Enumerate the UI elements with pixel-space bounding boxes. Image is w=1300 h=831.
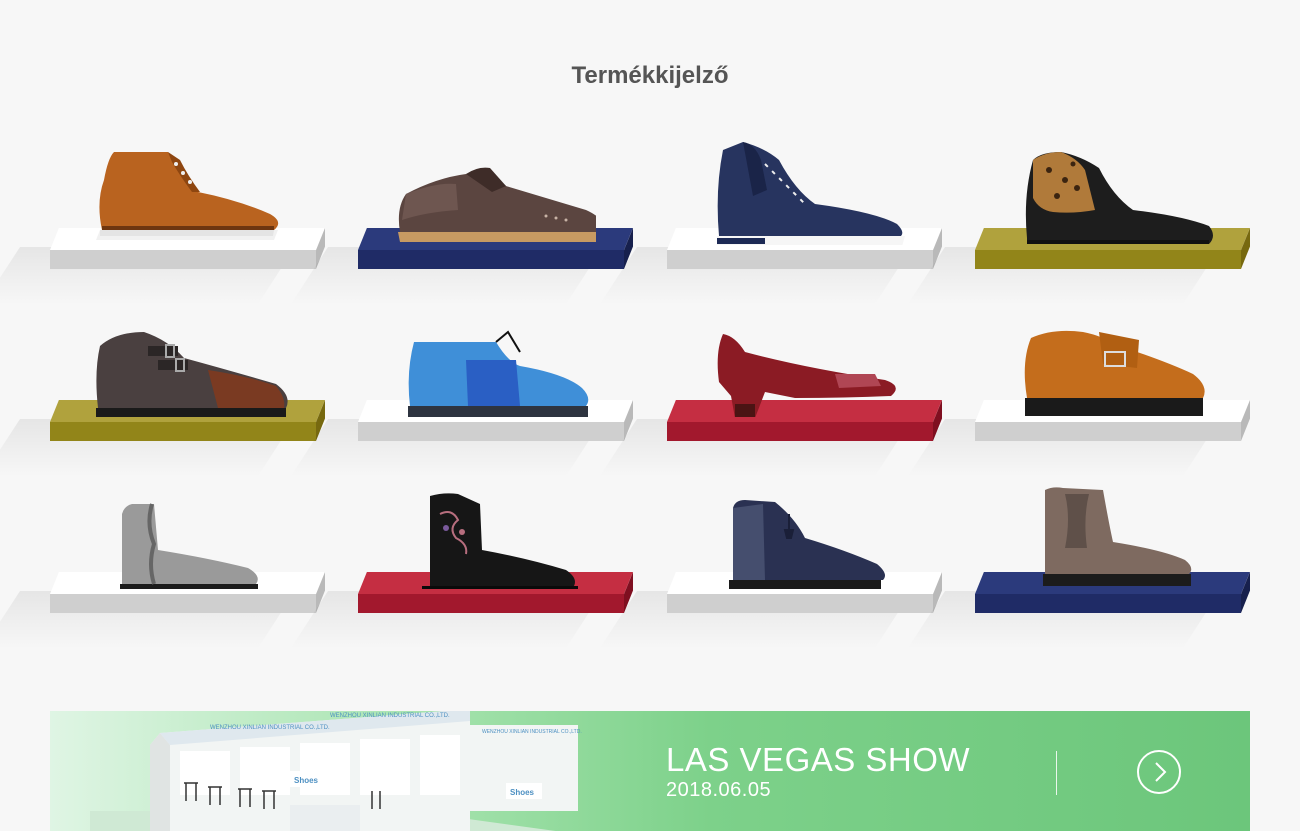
booth-sign-right: WENZHOU XINLIAN INDUSTRIAL CO.,LTD. [482, 729, 582, 735]
shelf-front [50, 250, 316, 269]
product-card[interactable] [0, 302, 325, 477]
product-card[interactable] [599, 302, 942, 477]
burgundy-block-heel-pump-icon[interactable] [705, 312, 905, 417]
product-card[interactable] [907, 302, 1250, 477]
tan-fringe-loafer-icon[interactable] [1013, 312, 1213, 417]
navy-tassel-chelsea-boot-icon[interactable] [705, 484, 905, 589]
shelf-front [50, 594, 316, 613]
shelf-front [358, 250, 624, 269]
product-card[interactable] [290, 474, 633, 649]
burnished-monk-strap-shoe-icon[interactable] [88, 312, 288, 417]
booth-sign-main: WENZHOU XINLIAN INDUSTRIAL CO.,LTD. [330, 713, 450, 719]
shelf-front [358, 422, 624, 441]
booth-logo: Shoes [294, 776, 319, 785]
black-embroidered-ankle-boot-icon[interactable] [396, 484, 596, 589]
brown-brogue-derby-icon[interactable] [396, 140, 596, 245]
blue-derby-shoe-icon[interactable] [396, 312, 596, 417]
product-card[interactable] [599, 130, 942, 305]
navy-high-top-sneaker-icon[interactable] [705, 140, 905, 245]
exhibition-booth-image: WENZHOU XINLIAN INDUSTRIAL CO.,LTD. WENZ… [90, 711, 582, 831]
show-title: LAS VEGAS SHOW [666, 741, 971, 778]
shelf-front [975, 422, 1241, 441]
show-date: 2018.06.05 [666, 779, 772, 801]
shelf-front [667, 422, 933, 441]
shelf-front [50, 422, 316, 441]
product-card[interactable] [290, 302, 633, 477]
banner-next-button[interactable] [1137, 750, 1181, 794]
show-banner[interactable]: WENZHOU XINLIAN INDUSTRIAL CO.,LTD. WENZ… [50, 711, 1250, 831]
product-card[interactable] [907, 130, 1250, 305]
shelf-front [667, 250, 933, 269]
product-card[interactable] [0, 130, 325, 305]
taupe-chelsea-boot-icon[interactable] [1013, 484, 1213, 589]
chevron-right-icon [1155, 762, 1167, 782]
shelf-front [358, 594, 624, 613]
product-card[interactable] [290, 130, 633, 305]
leopard-high-top-sneaker-icon[interactable] [1013, 140, 1213, 245]
product-card[interactable] [907, 474, 1250, 649]
shelf-front [667, 594, 933, 613]
product-grid [0, 0, 1300, 700]
shelf-front [975, 594, 1241, 613]
tan-chukka-boot-icon[interactable] [88, 140, 288, 245]
shelf-front [975, 250, 1241, 269]
silver-ruffle-ankle-boot-icon[interactable] [88, 484, 288, 589]
booth-logo: Shoes [510, 788, 535, 797]
banner-divider [1056, 751, 1057, 795]
product-card[interactable] [0, 474, 325, 649]
product-card[interactable] [599, 474, 942, 649]
booth-sign-left: WENZHOU XINLIAN INDUSTRIAL CO.,LTD. [210, 725, 330, 731]
